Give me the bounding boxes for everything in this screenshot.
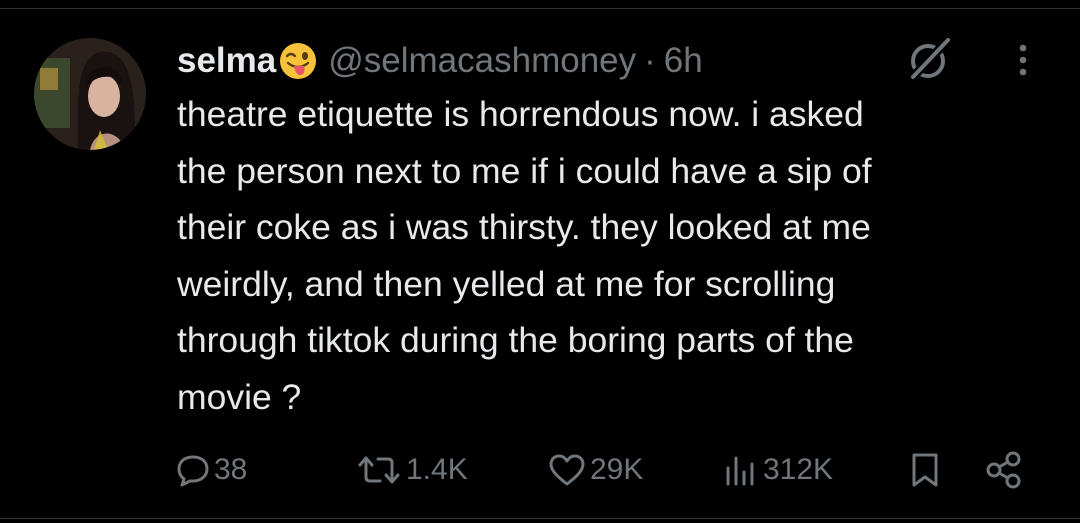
avatar[interactable] bbox=[34, 38, 146, 150]
separator-dot: · bbox=[644, 41, 656, 80]
tweet-text: theatre etiquette is horrendous now. i a… bbox=[177, 86, 1057, 425]
tweet-text-line: weirdly, and then yelled at me for scrol… bbox=[177, 263, 836, 304]
views-button[interactable]: 312K bbox=[723, 445, 833, 495]
bookmark-button[interactable] bbox=[908, 445, 946, 495]
tweet-text-line: theatre etiquette is horrendous now. i a… bbox=[177, 94, 864, 134]
tweet-text-line: the person next to me if i could have a … bbox=[177, 150, 872, 191]
repost-count: 1.4K bbox=[406, 453, 468, 486]
more-dots-icon[interactable] bbox=[1010, 40, 1036, 80]
reply-button[interactable]: 38 bbox=[176, 445, 247, 495]
reply-count: 38 bbox=[214, 453, 248, 486]
tweet-text-line: movie ? bbox=[177, 376, 302, 417]
bottom-divider bbox=[0, 518, 1080, 519]
tweet-header: selma @selmacashmoney · 6h bbox=[177, 38, 703, 84]
grok-icon[interactable] bbox=[904, 34, 954, 84]
top-divider bbox=[0, 8, 1080, 9]
views-count: 312K bbox=[763, 453, 834, 486]
display-name[interactable]: selma bbox=[177, 41, 276, 81]
heart-icon bbox=[549, 454, 585, 486]
repost-button[interactable]: 1.4K bbox=[356, 445, 468, 495]
like-count: 29K bbox=[590, 453, 644, 486]
share-button[interactable] bbox=[985, 445, 1027, 495]
tweet-text-line: their coke as i was thirsty. they looked… bbox=[177, 207, 871, 247]
like-button[interactable]: 29K bbox=[548, 445, 643, 495]
views-chart-icon bbox=[726, 456, 754, 486]
bookmark-icon bbox=[912, 453, 938, 487]
winking-face-with-tongue-emoji-icon bbox=[278, 41, 318, 81]
tweet-text-line: through tiktok during the boring parts o… bbox=[177, 320, 854, 360]
user-handle[interactable]: @selmacashmoney bbox=[328, 41, 636, 81]
action-bar: 38 1.4K 29K 312K bbox=[0, 445, 1080, 495]
repost-icon bbox=[358, 456, 400, 484]
timestamp[interactable]: 6h bbox=[664, 41, 703, 81]
reply-icon bbox=[177, 455, 209, 487]
share-icon bbox=[986, 451, 1021, 489]
